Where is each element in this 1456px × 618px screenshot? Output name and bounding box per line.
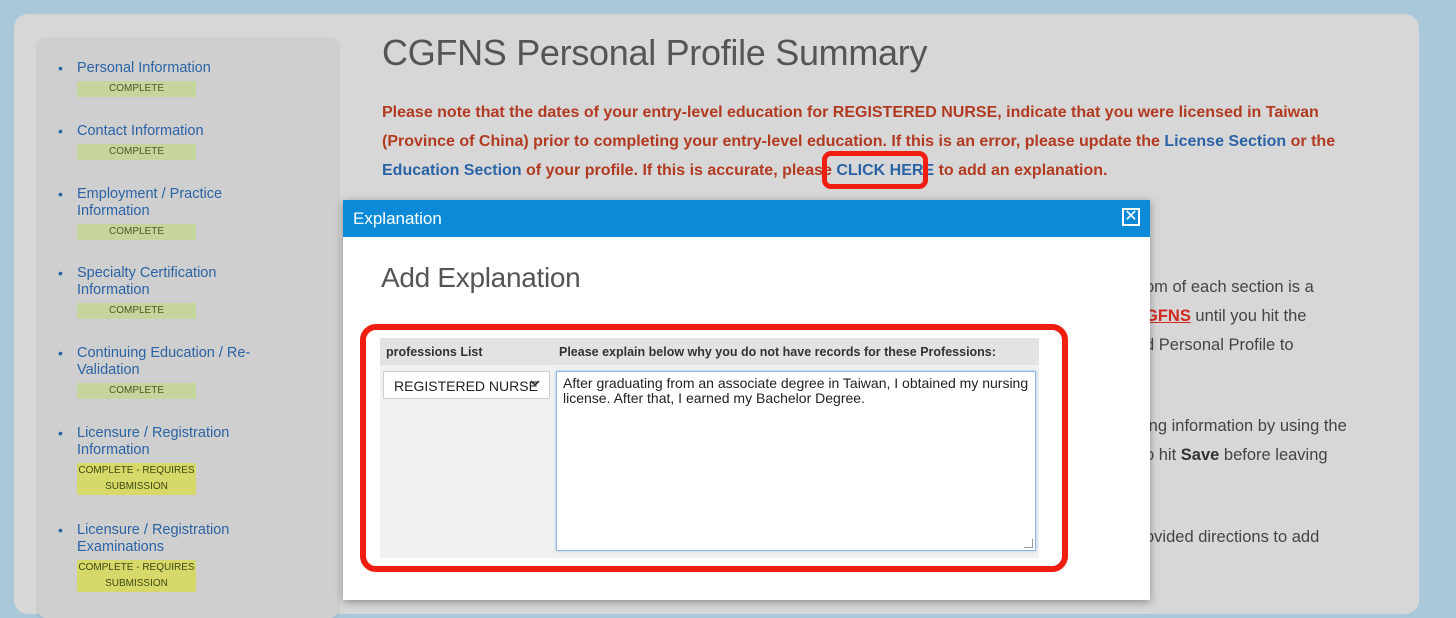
sidebar-item-contact-information[interactable]: • Contact Information COMPLETE [58, 123, 328, 160]
status-badge: COMPLETE [77, 303, 196, 319]
click-here-link[interactable]: CLICK HERE [836, 162, 934, 179]
sidebar-item-licensure-registration-examinations[interactable]: • Licensure / Registration Examinations … [58, 522, 328, 592]
background-text: GFNS until you hit the [1145, 307, 1307, 325]
modal-header: Explanation ✕ [343, 200, 1150, 237]
sidebar-item-label[interactable]: Specialty Certification Information [77, 265, 277, 299]
bullet-icon: • [58, 265, 63, 281]
status-badge: COMPLETE [77, 224, 196, 240]
sidebar-item-label[interactable]: Licensure / Registration Information [77, 425, 277, 459]
column-header: Please explain below why you do not have… [559, 345, 996, 359]
sidebar-item-label[interactable]: Contact Information [77, 123, 277, 140]
table-header-row: professions List Please explain below wh… [380, 338, 1039, 365]
bullet-icon: • [58, 123, 63, 139]
sidebar-item-licensure-registration-information[interactable]: • Licensure / Registration Information C… [58, 425, 328, 495]
explanation-textarea[interactable]: After graduating from an associate degre… [556, 371, 1036, 551]
column-header: professions List [386, 345, 483, 359]
bullet-icon: • [58, 425, 63, 441]
modal-heading: Add Explanation [381, 262, 581, 293]
bullet-icon: • [58, 522, 63, 538]
sidebar-item-personal-information[interactable]: • Personal Information COMPLETE [58, 60, 328, 97]
background-text: d Personal Profile to [1145, 336, 1294, 354]
notice-text: to add an explanation. [934, 162, 1108, 179]
background-text: ovided directions to add [1145, 528, 1320, 546]
license-section-link[interactable]: License Section [1164, 133, 1286, 150]
status-badge: COMPLETE - REQUIRES SUBMISSION [77, 463, 196, 495]
notice-text: or the [1286, 133, 1336, 150]
bullet-icon: • [58, 345, 63, 361]
page-title: CGFNS Personal Profile Summary [382, 32, 928, 73]
notice-text: of your profile. If this is accurate, pl… [521, 162, 837, 179]
professions-select[interactable]: REGISTERED NURSE [383, 371, 550, 399]
education-date-notice: Please note that the dates of your entry… [382, 98, 1357, 185]
sidebar-item-label[interactable]: Employment / Practice Information [77, 186, 277, 220]
background-text: o hit Save before leaving [1145, 446, 1328, 464]
background-text: ing information by using the [1145, 417, 1347, 435]
modal-title: Explanation [353, 209, 442, 228]
status-badge: COMPLETE [77, 383, 196, 399]
resize-handle[interactable] [1024, 539, 1033, 548]
explanation-modal: Explanation ✕ Add Explanation profession… [343, 200, 1150, 600]
sidebar-item-label[interactable]: Personal Information [77, 60, 277, 77]
sidebar-item-employment-practice[interactable]: • Employment / Practice Information COMP… [58, 186, 328, 240]
sidebar-item-specialty-certification[interactable]: • Specialty Certification Information CO… [58, 265, 328, 319]
sidebar-item-continuing-education[interactable]: • Continuing Education / Re-Validation C… [58, 345, 328, 399]
bullet-icon: • [58, 186, 63, 202]
explanation-text: After graduating from an associate degre… [563, 375, 1029, 406]
bullet-icon: • [58, 60, 63, 76]
selected-profession: REGISTERED NURSE [394, 378, 538, 394]
education-section-link[interactable]: Education Section [382, 162, 522, 179]
status-badge: COMPLETE - REQUIRES SUBMISSION [77, 560, 196, 592]
cgfns-link[interactable]: GFNS [1145, 307, 1191, 325]
sidebar-item-label[interactable]: Continuing Education / Re-Validation [77, 345, 277, 379]
background-text: om of each section is a [1145, 278, 1314, 296]
sidebar-item-label[interactable]: Licensure / Registration Examinations [77, 522, 277, 556]
status-badge: COMPLETE [77, 144, 196, 160]
close-icon[interactable]: ✕ [1122, 208, 1140, 226]
explanation-table: professions List Please explain below wh… [380, 338, 1039, 558]
status-badge: COMPLETE [77, 81, 196, 97]
chevron-down-icon [529, 377, 541, 392]
